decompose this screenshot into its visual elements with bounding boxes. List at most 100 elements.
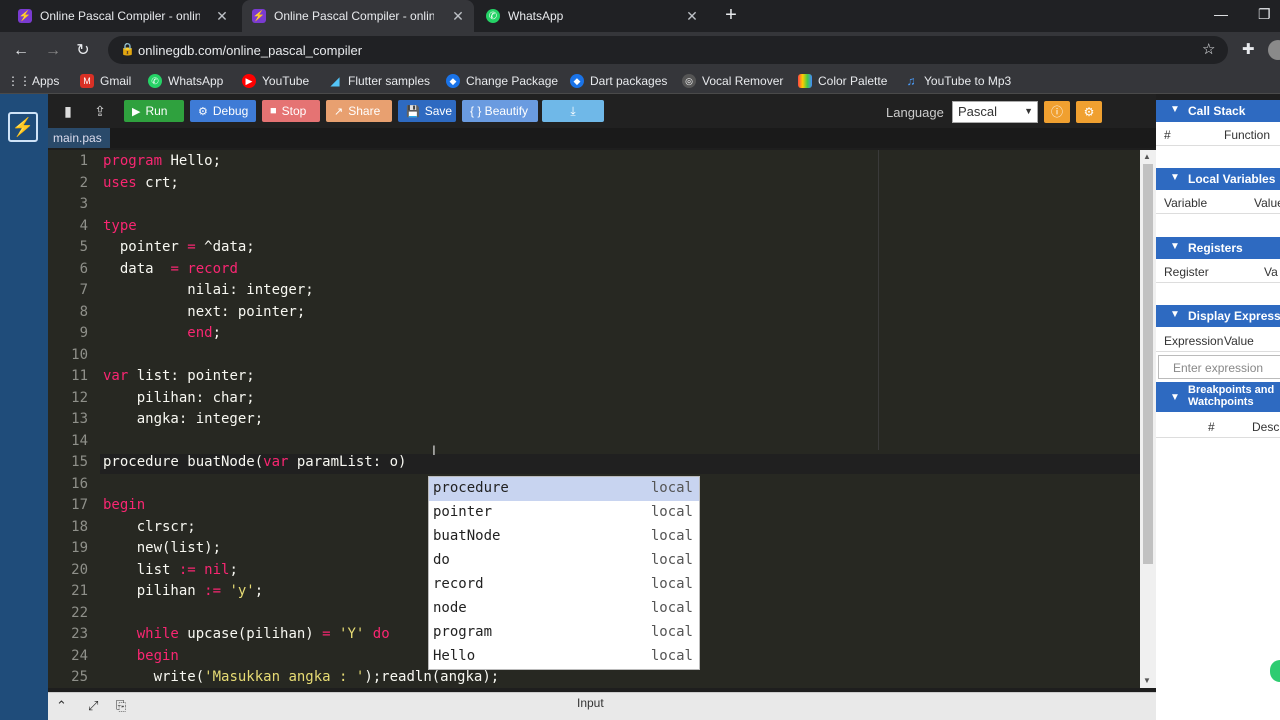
forward-icon[interactable]: → (42, 40, 64, 62)
browser-tab-1[interactable]: ⚡ Online Pascal Compiler - online e ✕ (8, 0, 238, 32)
line-number[interactable]: 25 (48, 669, 88, 685)
line-number[interactable]: 6 (48, 261, 88, 277)
line-number[interactable]: 16 (48, 476, 88, 492)
upload-icon[interactable]: ⇪ (88, 100, 112, 122)
line-number[interactable]: 1 (48, 153, 88, 169)
list-item[interactable]: program local (429, 621, 699, 645)
headphones-icon: ♫ (906, 74, 916, 88)
list-item[interactable]: Hello local (429, 645, 699, 669)
bookmark-youtube-mp3[interactable]: ♫ YouTube to Mp3 (904, 73, 1012, 89)
breakpoints-header[interactable]: ▼ Breakpoints and Watchpoints (1156, 382, 1280, 412)
app-sidebar (0, 94, 48, 720)
palette-icon (798, 74, 812, 88)
line-number[interactable]: 13 (48, 411, 88, 427)
play-icon: ▶ (132, 105, 141, 118)
new-file-icon[interactable]: ▮ (56, 100, 80, 122)
share-button[interactable]: ↗ Share (326, 100, 392, 122)
line-number[interactable]: 10 (48, 347, 88, 363)
bookmark-star-icon[interactable]: ☆ (1202, 40, 1215, 58)
close-icon[interactable]: ✕ (450, 8, 466, 24)
minimize-icon[interactable]: — (1214, 6, 1228, 22)
line-number[interactable]: 14 (48, 433, 88, 449)
line-number[interactable]: 15 (48, 454, 88, 470)
bookmark-color-palette[interactable]: Color Palette (798, 73, 887, 89)
language-select[interactable]: Pascal ▼ (952, 101, 1038, 123)
line-number[interactable]: 4 (48, 218, 88, 234)
line-number[interactable]: 24 (48, 648, 88, 664)
line-number[interactable]: 9 (48, 325, 88, 341)
settings-button[interactable]: ⚙ (1076, 101, 1102, 123)
line-number[interactable]: 8 (48, 304, 88, 320)
debug-icon: ⚙ (198, 105, 208, 118)
line-number[interactable]: 23 (48, 626, 88, 642)
chevron-down-icon: ▼ (1170, 104, 1180, 115)
close-icon[interactable]: ✕ (684, 8, 700, 24)
line-number[interactable]: 7 (48, 282, 88, 298)
bookmark-flutter[interactable]: ◢ Flutter samples (328, 73, 430, 89)
run-button[interactable]: ▶ Run (124, 100, 184, 122)
list-item[interactable]: pointer local (429, 501, 699, 525)
line-number[interactable]: 17 (48, 497, 88, 513)
beautify-button[interactable]: { } Beautify (462, 100, 538, 122)
onlinegdb-logo-icon[interactable]: ⚡ (8, 112, 38, 142)
bookmark-whatsapp[interactable]: ✆ WhatsApp (148, 73, 223, 89)
line-number[interactable]: 5 (48, 239, 88, 255)
bookmark-gmail[interactable]: M Gmail (80, 73, 131, 89)
bookmark-dart-packages[interactable]: ◆ Dart packages (570, 73, 667, 89)
list-item[interactable]: buatNode local (429, 525, 699, 549)
back-icon[interactable]: ← (10, 40, 32, 62)
browser-tab-2[interactable]: ⚡ Online Pascal Compiler - online e ✕ (242, 0, 474, 32)
line-number[interactable]: 22 (48, 605, 88, 621)
file-tab-bar (48, 128, 1156, 148)
display-expressions-header[interactable]: ▼ Display Expressions (1156, 305, 1280, 327)
extensions-icon[interactable]: ✚ (1242, 40, 1255, 58)
bookmark-youtube[interactable]: ▶ YouTube (242, 73, 309, 89)
input-tab[interactable]: Input (577, 696, 604, 710)
stop-button[interactable]: ■ Stop (262, 100, 320, 122)
scroll-down-icon[interactable]: ▼ (1143, 676, 1151, 685)
line-number[interactable]: 2 (48, 175, 88, 191)
line-number[interactable]: 3 (48, 196, 88, 212)
line-number[interactable]: 12 (48, 390, 88, 406)
code-line-1: program Hello; (103, 153, 222, 169)
autocomplete-popup[interactable]: procedure local pointer local buatNode loca… (428, 476, 700, 670)
bookmark-change-package[interactable]: ◆ Change Package (446, 73, 558, 89)
bookmark-apps[interactable]: ⋮⋮ Apps (7, 73, 59, 89)
close-icon[interactable]: ✕ (214, 8, 230, 24)
save-button[interactable]: 💾 Save (398, 100, 456, 122)
call-stack-header[interactable]: ▼ Call Stack (1156, 100, 1280, 122)
code-line-24: begin (136, 648, 179, 664)
code-line-2: uses crt; (103, 175, 179, 191)
line-number[interactable]: 20 (48, 562, 88, 578)
editor-scrollbar[interactable]: ▲ ▼ (1140, 150, 1156, 688)
download-button[interactable]: ⤓ (542, 100, 604, 122)
expand-icon[interactable]: ⤢ (88, 698, 98, 714)
tab-main-pas[interactable]: main.pas (48, 128, 110, 148)
reload-icon[interactable]: ↻ (72, 40, 94, 62)
bookmark-vocal-remover[interactable]: ◎ Vocal Remover (682, 73, 783, 89)
download-icon: ⤓ (570, 103, 576, 118)
code-line-4: type (103, 218, 137, 234)
line-number[interactable]: 19 (48, 540, 88, 556)
line-number[interactable]: 21 (48, 583, 88, 599)
new-tab-button[interactable]: + (720, 4, 742, 26)
list-item[interactable]: procedure local (429, 477, 699, 501)
list-item[interactable]: record local (429, 573, 699, 597)
local-variables-header[interactable]: ▼ Local Variables (1156, 168, 1280, 190)
expression-input[interactable]: Enter expression (1158, 355, 1280, 379)
list-item[interactable]: do local (429, 549, 699, 573)
list-item[interactable]: node local (429, 597, 699, 621)
debug-button[interactable]: ⚙ Debug (190, 100, 256, 122)
chevron-up-icon[interactable]: ⌃ (56, 698, 67, 714)
restore-icon[interactable]: ❐ (1258, 6, 1271, 23)
registers-header[interactable]: ▼ Registers (1156, 237, 1280, 259)
scrollbar-thumb[interactable] (1143, 164, 1153, 564)
url-bar[interactable]: 🔒 onlinegdb.com/online_pascal_compiler (108, 36, 1228, 64)
line-number[interactable]: 11 (48, 368, 88, 384)
scroll-up-icon[interactable]: ▲ (1143, 152, 1151, 161)
browser-tab-3[interactable]: ✆ WhatsApp ✕ (476, 0, 708, 32)
line-number[interactable]: 18 (48, 519, 88, 535)
info-button[interactable]: ⓘ (1044, 101, 1070, 123)
copy-icon[interactable]: ⎘ (116, 698, 126, 714)
chevron-down-icon: ▼ (1170, 241, 1180, 252)
